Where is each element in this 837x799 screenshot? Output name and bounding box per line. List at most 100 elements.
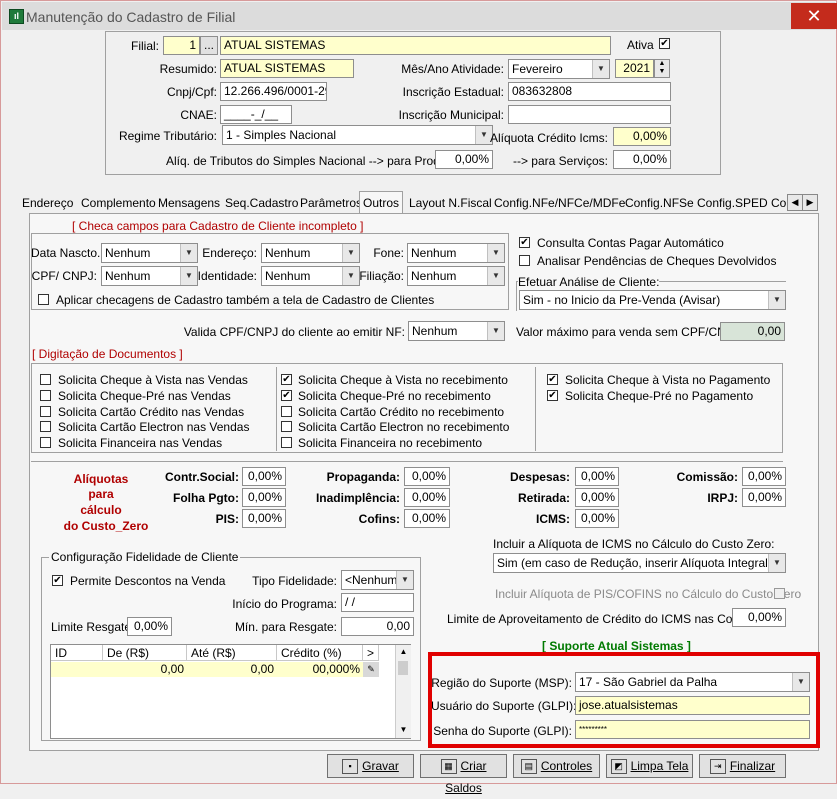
tab-scroll-left-icon[interactable]: ◀ — [787, 194, 803, 211]
cheque-vista-pag-label: Solicita Cheque à Vista no Pagamento — [565, 373, 771, 387]
scroll-up-icon[interactable]: ▲ — [396, 645, 411, 659]
aliq-servicos-input[interactable]: 0,00% — [613, 150, 671, 169]
inicio-input[interactable]: / / — [341, 593, 414, 612]
min-input[interactable]: 0,00 — [341, 617, 414, 636]
aliq-produtos-input[interactable]: 0,00% — [435, 150, 493, 169]
regime-select[interactable]: 1 - Simples Nacional ▼ — [222, 125, 493, 145]
cheque-vista-receb-checkbox[interactable]: ✔ — [281, 374, 292, 385]
gravar-button[interactable]: ▪ Gravar — [327, 754, 414, 778]
cheque-pre-vendas-checkbox[interactable] — [40, 390, 51, 401]
cheque-pre-pag-checkbox[interactable]: ✔ — [547, 390, 558, 401]
cheque-vista-vendas-checkbox[interactable] — [40, 374, 51, 385]
permite-checkbox[interactable]: ✔ — [52, 575, 63, 586]
filiacao-check-select[interactable]: Nenhum ▼ — [407, 266, 505, 286]
tab-parametros[interactable]: Parâmetros — [300, 194, 362, 212]
grid-cell-de[interactable]: 0,00 — [103, 662, 187, 677]
tab-config-nfe[interactable]: Config.NFe/NFCe/MDFe — [494, 194, 625, 212]
close-button[interactable]: ✕ — [791, 3, 837, 29]
digitacao-divider-1 — [276, 367, 277, 451]
grid-scrollbar[interactable]: ▲ ▼ — [395, 645, 411, 738]
grid-header-more[interactable]: > — [363, 645, 379, 661]
identidade-check-select[interactable]: Nenhum ▼ — [261, 266, 360, 286]
scroll-down-icon[interactable]: ▼ — [396, 723, 411, 737]
criar-saldos-button[interactable]: ▦ Criar Saldos — [420, 754, 507, 795]
fone-check-select[interactable]: Nenhum ▼ — [407, 243, 505, 263]
inadimplencia-input[interactable]: 0,00% — [404, 488, 450, 507]
ano-spinner[interactable]: ▲ ▼ — [654, 59, 670, 78]
cnpj-input[interactable]: 12.266.496/0001-29 — [220, 82, 327, 101]
aliq-icms-input[interactable]: 0,00% — [613, 127, 671, 146]
grid-header-de[interactable]: De (R$) — [103, 645, 187, 661]
valida-select[interactable]: Nenhum ▼ — [408, 321, 505, 341]
tab-complemento[interactable]: Complemento — [81, 194, 156, 212]
cofins-input[interactable]: 0,00% — [404, 509, 450, 528]
financeira-receb-checkbox[interactable] — [281, 437, 292, 448]
endereco-check-select[interactable]: Nenhum ▼ — [261, 243, 360, 263]
cartao-credito-vendas-checkbox[interactable] — [40, 406, 51, 417]
im-input[interactable] — [508, 105, 671, 124]
consulta-checkbox[interactable]: ✔ — [519, 237, 530, 248]
fidelidade-grid[interactable]: ID De (R$) Até (R$) Crédito (%) > 0,00 0… — [50, 644, 411, 739]
controles-button[interactable]: ▤ Controles — [513, 754, 600, 778]
ie-input[interactable]: 083632808 — [508, 82, 671, 101]
cartao-credito-receb-checkbox[interactable] — [281, 406, 292, 417]
tab-layout-nfiscal[interactable]: Layout N.Fiscal — [409, 194, 492, 212]
tab-scroll-right-icon[interactable]: ▶ — [802, 194, 818, 211]
grid-cell-ate[interactable]: 0,00 — [187, 662, 277, 677]
retirada-input[interactable]: 0,00% — [575, 488, 619, 507]
calculator-icon: ▦ — [440, 759, 457, 775]
analisar-checkbox[interactable] — [519, 255, 530, 266]
tab-endereco[interactable]: Endereço — [22, 194, 73, 212]
pis-input[interactable]: 0,00% — [242, 509, 286, 528]
grid-cell-id[interactable] — [51, 662, 103, 677]
chevron-down-icon: ▼ — [768, 291, 785, 309]
cartao-electron-receb-checkbox[interactable] — [281, 421, 292, 432]
tab-outros[interactable]: Outros — [359, 191, 404, 214]
cheque-pre-receb-checkbox[interactable]: ✔ — [281, 390, 292, 401]
cheque-vista-pag-checkbox[interactable]: ✔ — [547, 374, 558, 385]
filial-lookup-button[interactable]: ... — [200, 36, 218, 55]
incluir-icms-select[interactable]: Sim (em caso de Redução, inserir Alíquot… — [493, 553, 786, 573]
checa-title: [ Checa campos para Cadastro de Cliente … — [70, 219, 366, 233]
incluir-icms-label: Incluir a Alíquota de ICMS no Cálculo do… — [493, 537, 775, 551]
financeira-vendas-checkbox[interactable] — [40, 437, 51, 448]
comissao-input[interactable]: 0,00% — [742, 467, 786, 486]
propaganda-input[interactable]: 0,00% — [404, 467, 450, 486]
mes-select[interactable]: Fevereiro ▼ — [508, 59, 610, 79]
pis-cofins-checkbox[interactable] — [774, 588, 785, 599]
grid-header-id[interactable]: ID — [51, 645, 103, 661]
filial-name-input[interactable]: ATUAL SISTEMAS — [220, 36, 611, 55]
contr-social-input[interactable]: 0,00% — [242, 467, 286, 486]
efetuar-select[interactable]: Sim - no Inicio da Pre-Venda (Avisar) ▼ — [519, 290, 786, 310]
cartao-electron-vendas-checkbox[interactable] — [40, 421, 51, 432]
tab-mensagens[interactable]: Mensagens — [158, 194, 220, 212]
ativa-checkbox[interactable]: ✔ — [659, 38, 670, 49]
grid-header-ate[interactable]: Até (R$) — [187, 645, 277, 661]
ano-input[interactable]: 2021 — [615, 59, 654, 78]
grid-header-credito[interactable]: Crédito (%) — [277, 645, 363, 661]
filial-label: Filial: — [130, 39, 159, 53]
aplicar-checkbox[interactable] — [38, 294, 49, 305]
cnae-input[interactable]: ____-_/__ — [220, 105, 292, 124]
limite-aprov-input[interactable]: 0,00% — [732, 608, 786, 627]
irpj-input[interactable]: 0,00% — [742, 488, 786, 507]
filial-code-input[interactable]: 1 — [163, 36, 200, 55]
tab-seq-cadastro[interactable]: Seq.Cadastro — [225, 194, 298, 212]
limpa-tela-button[interactable]: ◩ Limpa Tela — [606, 754, 693, 778]
cpf-check-select[interactable]: Nenhum ▼ — [101, 266, 198, 286]
folha-input[interactable]: 0,00% — [242, 488, 286, 507]
tab-config-nfse[interactable]: Config.NFSe — [625, 194, 694, 212]
data-nasc-select[interactable]: Nenhum ▼ — [101, 243, 198, 263]
finalizar-button[interactable]: ⇥ Finalizar — [699, 754, 786, 778]
resumido-input[interactable]: ATUAL SISTEMAS — [220, 59, 354, 78]
icms-input[interactable]: 0,00% — [575, 509, 619, 528]
valida-label: Valida CPF/CNPJ do cliente ao emitir NF: — [183, 325, 405, 339]
despesas-input[interactable]: 0,00% — [575, 467, 619, 486]
tab-config-sped[interactable]: Config.SPED — [697, 194, 768, 212]
tipo-select[interactable]: <Nenhum> ▼ — [341, 570, 414, 590]
grid-cell-credito[interactable]: 00,000% — [277, 662, 363, 677]
grid-row-edit-icon[interactable]: ✎ — [363, 662, 379, 677]
scroll-thumb[interactable] — [398, 661, 408, 675]
valor-max-input[interactable]: 0,00 — [720, 322, 785, 341]
limite-input[interactable]: 0,00% — [127, 617, 172, 636]
